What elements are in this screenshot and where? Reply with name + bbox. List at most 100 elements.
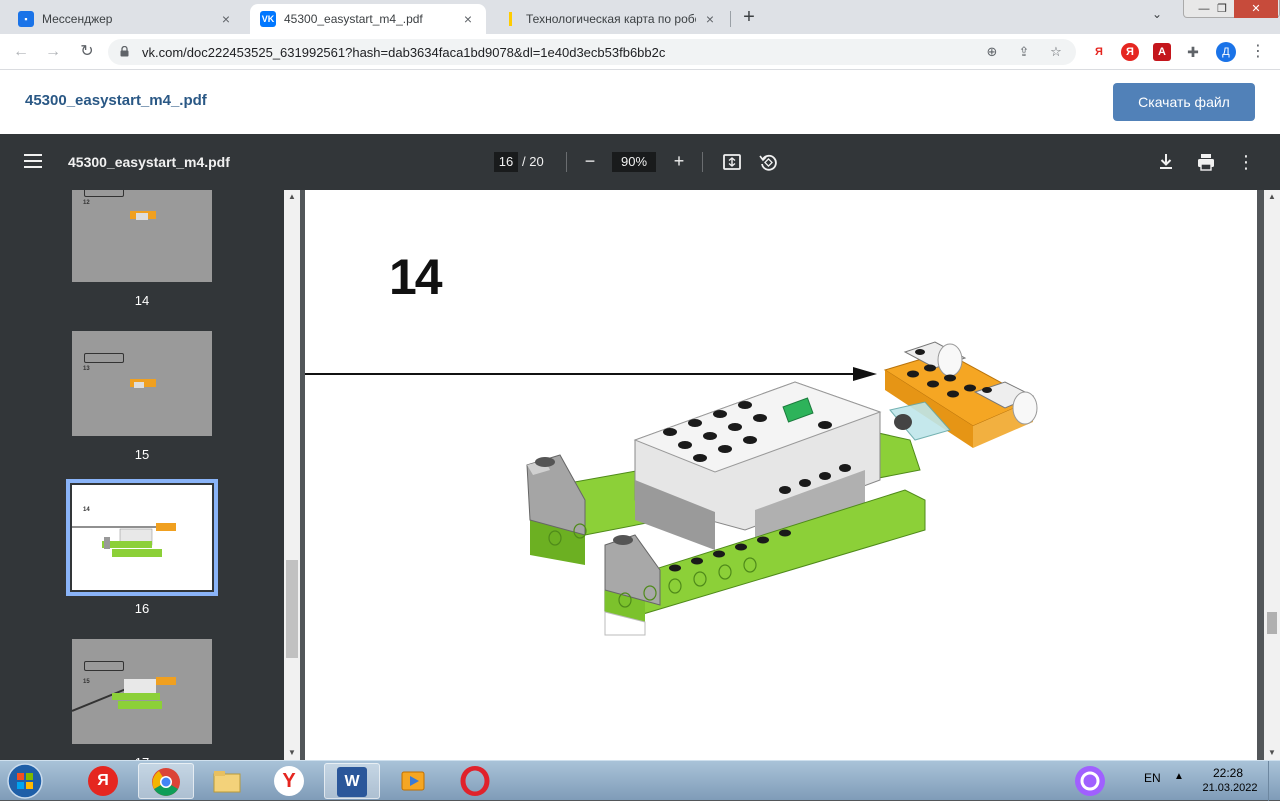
taskbar-video[interactable] — [386, 763, 442, 799]
toolbar-divider — [702, 152, 703, 172]
pdf-filename: 45300_easystart_m4.pdf — [68, 154, 230, 170]
forward-icon[interactable]: → — [42, 41, 64, 63]
page-thumbnail[interactable]: 12 — [72, 190, 212, 282]
page-thumbnail-selected[interactable]: 14 — [72, 485, 212, 590]
bookmark-star-icon[interactable]: ☆ — [1048, 44, 1064, 60]
taskbar-yandex-browser[interactable]: Я — [76, 763, 132, 799]
messenger-icon: ▪ — [18, 11, 34, 27]
browser-tab-strip: ▪ Мессенджер × VK 45300_easystart_m4_.pd… — [0, 0, 1280, 34]
taskbar-explorer[interactable] — [200, 763, 256, 799]
scroll-up-arrow-icon[interactable]: ▲ — [1264, 190, 1280, 204]
page-scrollbar[interactable]: ▲ ▼ — [1264, 190, 1280, 760]
tab-pdf[interactable]: VK 45300_easystart_m4_.pdf × — [250, 4, 486, 34]
page-thumbnail[interactable]: 15 — [72, 639, 212, 744]
reload-icon[interactable]: ↻ — [76, 41, 98, 63]
zoom-out-icon[interactable]: − — [579, 150, 601, 172]
opera-icon — [460, 766, 490, 796]
thumbnail-page-number: 16 — [134, 601, 150, 616]
page-total: / 20 — [522, 154, 544, 169]
taskbar-yandex[interactable]: Y — [262, 763, 318, 799]
clock-time[interactable]: 22:28 — [1208, 766, 1248, 780]
thumbnail-model-image — [130, 379, 156, 388]
thumbnail-callout — [84, 353, 124, 363]
tab-search-icon[interactable]: ⌄ — [1152, 7, 1162, 21]
thumbnail-page-number: 15 — [134, 447, 150, 462]
restore-icon[interactable]: ❐ — [1208, 0, 1236, 18]
close-tab-icon[interactable]: × — [702, 11, 718, 27]
back-icon[interactable]: ← — [10, 41, 32, 63]
more-options-icon[interactable]: ⋮ — [1235, 151, 1257, 173]
thumbnail-step-number: 12 — [83, 200, 90, 206]
thumbnail-sidebar: 12 14 13 15 14 16 15 — [0, 190, 284, 760]
taskbar-opera[interactable] — [448, 763, 504, 799]
new-tab-button[interactable]: + — [738, 6, 760, 28]
chrome-icon — [152, 768, 180, 796]
folder-icon — [213, 771, 241, 793]
thumbnail-model-image — [72, 677, 176, 712]
sidebar-scroll-thumb[interactable] — [286, 560, 298, 658]
print-icon[interactable] — [1195, 151, 1217, 173]
tab-title: Технологическая карта по робо — [526, 12, 696, 26]
show-desktop-button[interactable] — [1268, 761, 1280, 801]
pdf-page-area: 14 — [300, 190, 1264, 760]
clock-date[interactable]: 21.03.2022 — [1198, 782, 1262, 794]
scroll-down-arrow-icon[interactable]: ▼ — [1264, 746, 1280, 760]
thumbnail-model-image — [130, 211, 156, 220]
word-icon: W — [337, 767, 367, 797]
alice-assistant-icon[interactable] — [1074, 765, 1106, 797]
sidebar-menu-icon[interactable] — [24, 154, 42, 168]
pdf-viewer-toolbar: 45300_easystart_m4.pdf 16 / 20 − 90% + ⋮ — [0, 134, 1280, 190]
lock-icon[interactable] — [120, 46, 129, 57]
toolbar-divider — [566, 152, 567, 172]
language-indicator[interactable]: EN — [1144, 771, 1161, 785]
address-bar[interactable]: vk.com/doc222453525_631992561?hash=dab36… — [108, 39, 1076, 65]
extensions-puzzle-icon[interactable]: ✚ — [1184, 43, 1202, 61]
browser-menu-icon[interactable]: ⋮ — [1250, 42, 1266, 62]
zoom-icon[interactable]: ⊕ — [984, 44, 1000, 60]
tray-expand-icon[interactable]: ▲ — [1174, 771, 1184, 782]
yandex-icon: Y — [274, 766, 304, 796]
acrobat-extension-icon[interactable]: A — [1153, 43, 1171, 61]
scroll-down-arrow-icon[interactable]: ▼ — [284, 746, 300, 760]
scroll-up-arrow-icon[interactable]: ▲ — [284, 190, 300, 204]
tab-divider — [730, 11, 731, 27]
tab-messenger[interactable]: ▪ Мессенджер × — [8, 4, 244, 34]
page-scroll-thumb[interactable] — [1267, 612, 1277, 634]
document-title[interactable]: 45300_easystart_m4_.pdf — [25, 92, 207, 109]
thumbnail-callout — [84, 190, 124, 197]
yandex-search-extension-icon[interactable]: Я — [1121, 43, 1139, 61]
taskbar-chrome[interactable] — [138, 763, 194, 799]
pdf-page: 14 — [305, 190, 1257, 760]
share-icon[interactable]: ⇪ — [1016, 44, 1032, 60]
yandex-doc-icon — [502, 11, 518, 27]
video-player-icon — [401, 771, 425, 791]
close-tab-icon[interactable]: × — [218, 11, 234, 27]
fit-to-page-icon[interactable] — [721, 151, 743, 173]
tab-tech-map[interactable]: Технологическая карта по робо × — [492, 4, 728, 34]
download-file-button[interactable]: Скачать файл — [1113, 83, 1255, 121]
window-close-icon[interactable]: ✕ — [1234, 0, 1278, 18]
zoom-level-input[interactable]: 90% — [612, 152, 656, 172]
lego-model-illustration — [305, 341, 1038, 636]
yandex-extension-icon[interactable]: Я — [1090, 43, 1108, 61]
rotate-icon[interactable] — [757, 151, 779, 173]
windows-taskbar: Я Y W EN ▲ 22:28 21.03.2022 — [0, 760, 1280, 801]
thumbnail-model-image — [72, 523, 176, 557]
tab-title: 45300_easystart_m4_.pdf — [284, 12, 423, 26]
tab-title: Мессенджер — [42, 12, 113, 26]
step-number: 14 — [389, 249, 443, 305]
taskbar-word[interactable]: W — [324, 763, 380, 799]
close-tab-icon[interactable]: × — [460, 11, 476, 27]
zoom-in-icon[interactable]: + — [668, 150, 690, 172]
windows-start-icon[interactable] — [4, 762, 46, 800]
download-icon[interactable] — [1155, 151, 1177, 173]
sidebar-scrollbar[interactable]: ▲ ▼ — [284, 190, 300, 760]
profile-avatar[interactable]: Д — [1216, 42, 1236, 62]
page-number-input[interactable]: 16 — [494, 152, 518, 172]
page-thumbnail[interactable]: 13 — [72, 331, 212, 436]
thumbnail-step-number: 14 — [83, 507, 90, 513]
browser-toolbar: ← → ↻ vk.com/doc222453525_631992561?hash… — [0, 34, 1280, 70]
url-text: vk.com/doc222453525_631992561?hash=dab36… — [142, 45, 666, 60]
yandex-browser-icon: Я — [88, 766, 118, 796]
thumbnail-page-number: 14 — [134, 293, 150, 308]
